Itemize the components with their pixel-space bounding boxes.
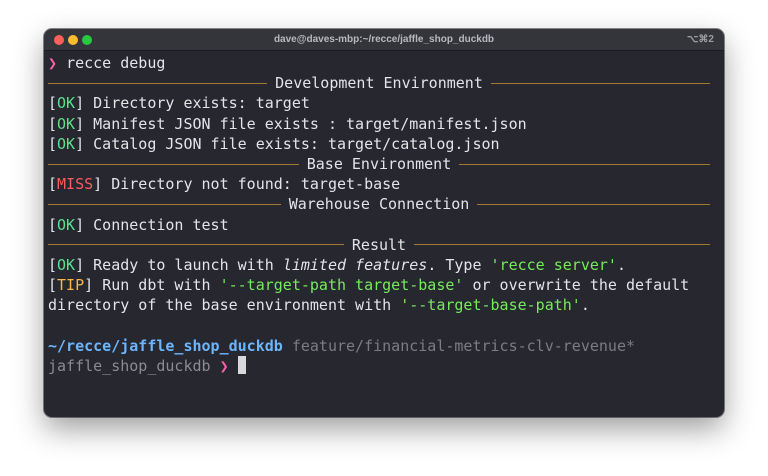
ok-tag: OK [57, 134, 76, 153]
command-text: recce debug [66, 54, 166, 72]
tip-tag: TIP [57, 276, 85, 295]
divider [48, 163, 299, 165]
ok-tag: OK [57, 94, 76, 113]
venv-name: jaffle_shop_duckdb [48, 356, 211, 375]
tip-line: directory of the base environment with '… [48, 295, 724, 315]
text-cursor[interactable] [237, 355, 246, 374]
check-line: [OK] Connection test [48, 215, 229, 234]
divider [48, 82, 268, 84]
section-title: Warehouse Connection [288, 195, 470, 214]
input-line[interactable]: jaffle_shop_duckdb ❯ [48, 355, 724, 376]
tip-text: Run dbt with [102, 276, 220, 295]
tip-line: [TIP] Run dbt with '--target-path target… [48, 276, 690, 295]
divider [414, 244, 710, 246]
ok-tag: OK [57, 215, 76, 234]
command-suggestion: 'recce server' [490, 255, 617, 274]
section-header-base: Base Environment [48, 154, 724, 174]
result-text: Ready to launch with [93, 255, 283, 274]
result-text: . [616, 255, 626, 274]
window-title: dave@daves-mbp:~/recce/jaffle_shop_duckd… [273, 34, 495, 45]
ok-tag: OK [57, 114, 76, 133]
prompt-arrow-icon: ❯ [219, 356, 229, 375]
terminal-window: dave@daves-mbp:~/recce/jaffle_shop_duckd… [44, 29, 724, 417]
check-message: Catalog JSON file exists: target/catalog… [93, 134, 500, 153]
divider [48, 244, 344, 246]
check-message: Directory exists: target [93, 94, 310, 113]
result-text: . Type [427, 255, 491, 274]
section-title: Base Environment [306, 154, 452, 173]
section-header-result: Result [48, 235, 724, 255]
check-line: [MISS] Directory not found: target-base [48, 175, 401, 194]
divider [48, 203, 281, 205]
terminal-output[interactable]: ❯ recce debug Development Environment [O… [44, 51, 724, 376]
window-shortcut: ⌥⌘2 [686, 34, 714, 45]
prompt-path: ~/recce/jaffle_shop_duckdb [48, 336, 283, 355]
flag-suggestion: '--target-path target-base' [219, 276, 464, 295]
check-message: Directory not found: target-base [111, 175, 401, 194]
flag-suggestion: '--target-base-path' [400, 296, 581, 315]
prompt-line: ~/recce/jaffle_shop_duckdb feature/finan… [48, 336, 724, 356]
section-header-warehouse: Warehouse Connection [48, 194, 724, 214]
section-header-dev: Development Environment [48, 73, 724, 93]
check-line: [OK] Catalog JSON file exists: target/ca… [48, 134, 500, 153]
result-emphasis: limited features [282, 255, 428, 274]
command-line: ❯ recce debug [48, 53, 724, 73]
section-title: Development Environment [275, 74, 483, 93]
check-line: [OK] Manifest JSON file exists : target/… [48, 114, 527, 133]
miss-tag: MISS [57, 175, 94, 194]
divider [477, 203, 710, 205]
title-bar: dave@daves-mbp:~/recce/jaffle_shop_duckd… [44, 29, 724, 51]
ok-tag: OK [57, 255, 76, 274]
divider [459, 163, 710, 165]
section-title: Result [351, 235, 407, 254]
check-message: Connection test [93, 215, 229, 234]
prompt-arrow-icon: ❯ [48, 54, 58, 72]
check-message: Manifest JSON file exists : target/manif… [93, 114, 527, 133]
tip-text: directory of the base environment with [48, 296, 401, 315]
check-line: [OK] Directory exists: target [48, 94, 310, 113]
divider [490, 82, 710, 84]
git-branch: feature/financial-metrics-clv-revenue* [291, 336, 636, 355]
result-line: [OK] Ready to launch with limited featur… [48, 255, 626, 274]
tip-text: or overwrite the default [463, 276, 690, 295]
tip-text: . [580, 296, 590, 315]
